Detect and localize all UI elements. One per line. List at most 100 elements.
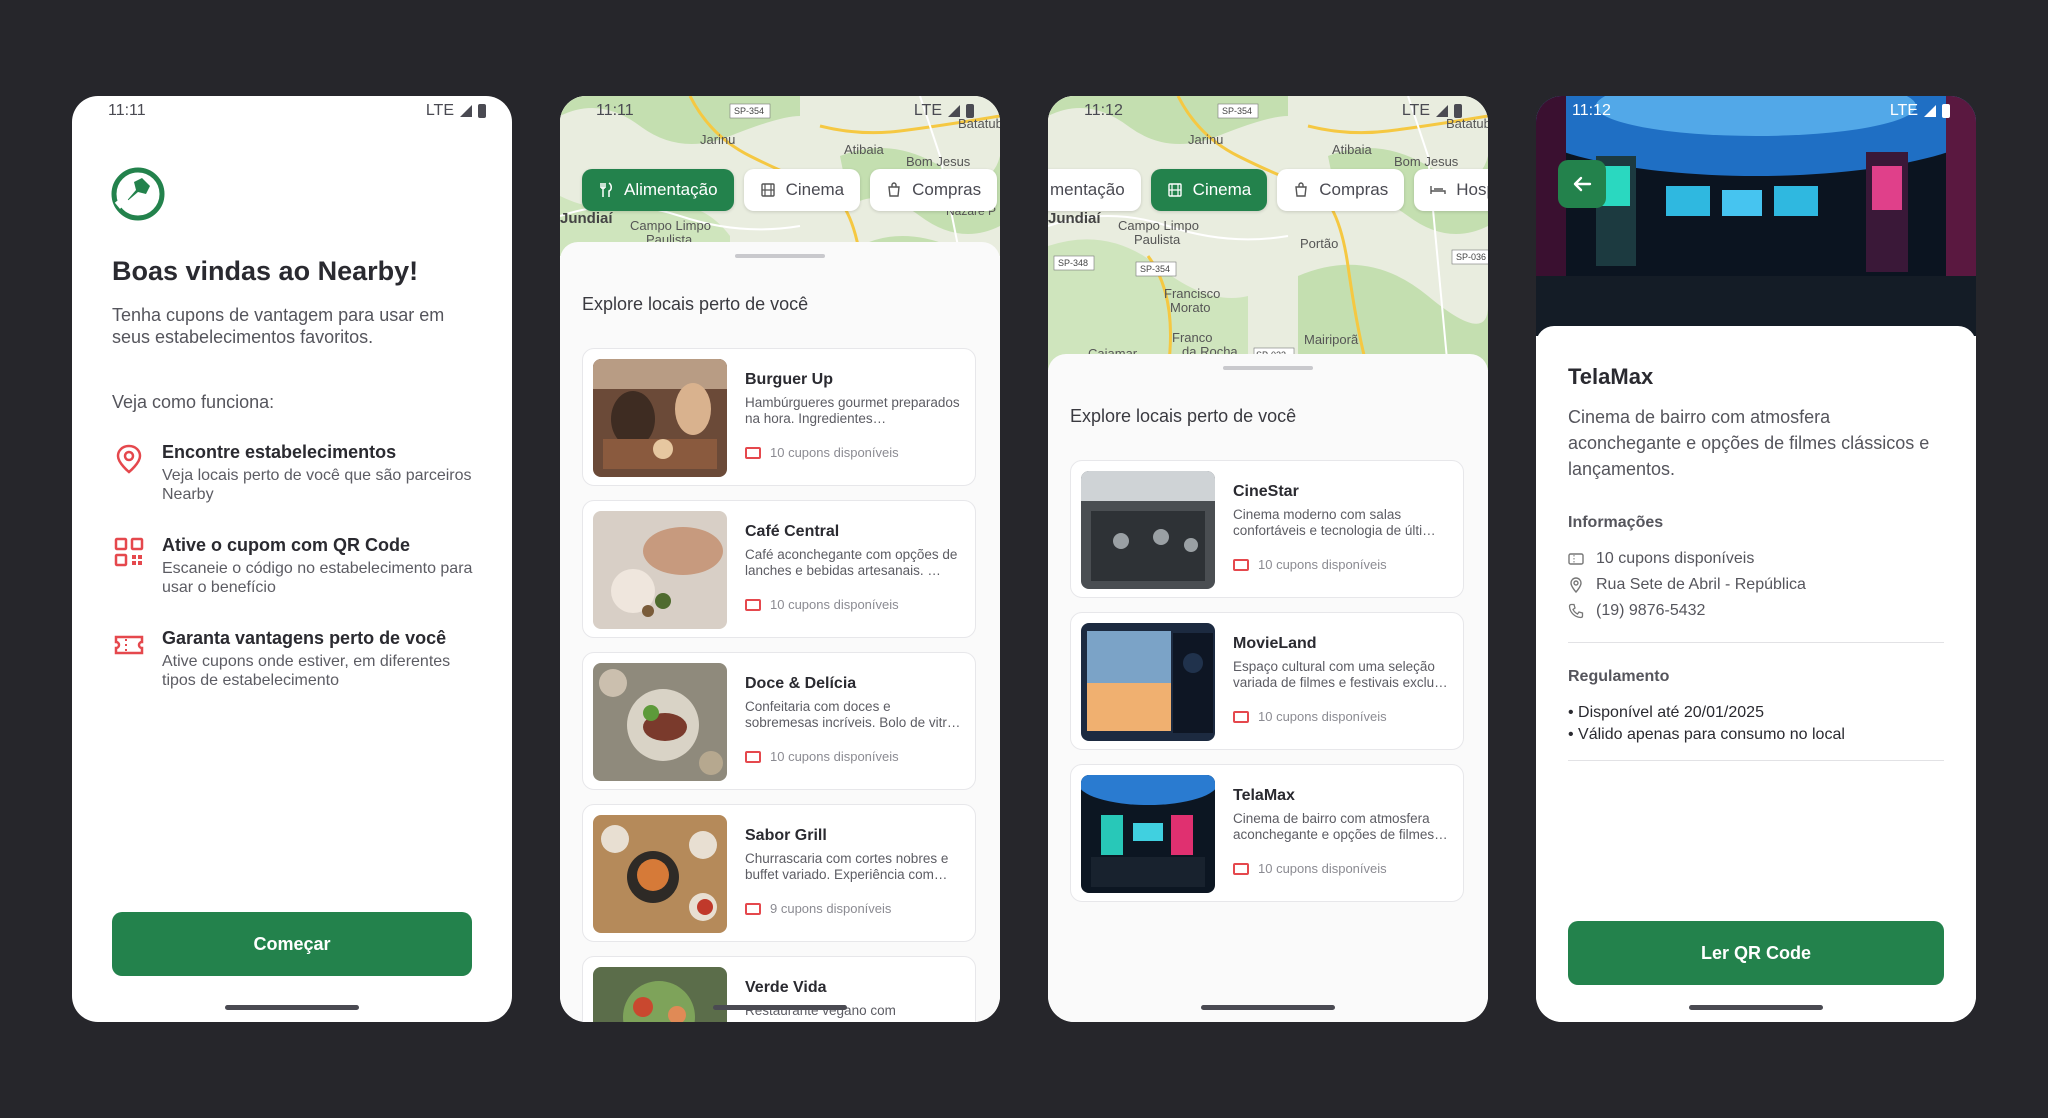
explore-food-screen: 11:11 LTE SP-354 Jarinu Atibaia Bom Jesu… bbox=[560, 96, 1000, 1022]
start-button[interactable]: Começar bbox=[112, 912, 472, 976]
coupon-text: 10 cupons disponíveis bbox=[770, 445, 899, 460]
chip-label: mentação bbox=[1050, 180, 1125, 199]
place-card-telamax[interactable]: TelaMax Cinema de bairro com atmosfera a… bbox=[1070, 764, 1464, 902]
map-label: Franco bbox=[1172, 330, 1213, 345]
coupon-count: 10 cupons disponíveis bbox=[745, 445, 899, 460]
step-title: Ative o cupom com QR Code bbox=[162, 535, 411, 555]
status-bar: 11:12 LTE bbox=[1536, 96, 1976, 126]
info-title: Informações bbox=[1568, 514, 1664, 531]
status-time: 11:11 bbox=[596, 102, 634, 119]
coupon-count: 9 cupons disponíveis bbox=[745, 901, 891, 916]
place-name: Sabor Grill bbox=[745, 827, 827, 844]
places-sheet[interactable]: Explore locais perto de você CineStar Ci… bbox=[1048, 354, 1488, 1022]
coupon-text: 10 cupons disponíveis bbox=[770, 597, 899, 612]
sheet-handle[interactable] bbox=[1223, 366, 1313, 370]
place-card-doce-delicia[interactable]: Doce & Delícia Confeitaria com doces e s… bbox=[582, 652, 976, 790]
battery-icon bbox=[1454, 104, 1462, 118]
map-label: Portão bbox=[1300, 236, 1339, 251]
chip-label: Cinema bbox=[1192, 180, 1252, 199]
chip-hospedagem[interactable]: Hosp bbox=[1414, 169, 1488, 211]
place-name: Café Central bbox=[745, 523, 840, 540]
map-label: SP-036 bbox=[1456, 252, 1487, 262]
home-indicator bbox=[1201, 1005, 1335, 1010]
category-filter: mentação Cinema Compras Hosp bbox=[1048, 169, 1488, 211]
map-label: Morato bbox=[1170, 300, 1211, 315]
welcome-title: Boas vindas ao Nearby! bbox=[112, 256, 419, 286]
network-label: LTE bbox=[1401, 102, 1430, 119]
shopping-bag-icon bbox=[1295, 182, 1308, 197]
category-filter: Alimentação Cinema Compras bbox=[582, 169, 998, 211]
ticket-icon bbox=[1233, 862, 1249, 875]
place-name: Burguer Up bbox=[745, 371, 833, 388]
place-details: TelaMax Cinema de bairro com atmosfera a… bbox=[1536, 326, 1976, 1022]
signal-icon bbox=[460, 105, 472, 117]
ticket-icon bbox=[745, 750, 761, 763]
info-address-text: Rua Sete de Abril - República bbox=[1596, 576, 1806, 593]
coupon-count: 10 cupons disponíveis bbox=[1233, 861, 1387, 876]
step-desc: Escaneie o código no estabelecimento par… bbox=[162, 560, 473, 596]
place-card-burguer-up[interactable]: Burguer Up Hambúrgueres gourmet preparad… bbox=[582, 348, 976, 486]
step-desc: Veja locais perto de você que são parcei… bbox=[162, 467, 472, 503]
chip-cinema[interactable]: Cinema bbox=[1150, 169, 1268, 211]
info-address[interactable]: Rua Sete de Abril - República bbox=[1568, 576, 1806, 594]
home-indicator bbox=[713, 1005, 847, 1010]
coupon-count: 10 cupons disponíveis bbox=[745, 749, 899, 764]
read-qr-code-button[interactable]: Ler QR Code bbox=[1568, 921, 1944, 985]
signal-icon bbox=[1436, 105, 1448, 117]
chip-label: Hosp bbox=[1456, 180, 1488, 199]
place-name: Doce & Delícia bbox=[745, 675, 857, 692]
status-bar: 11:11 LTE bbox=[560, 96, 1000, 126]
rule-item: • Disponível até 20/01/2025 bbox=[1568, 704, 1764, 721]
fork-knife-icon bbox=[600, 182, 612, 197]
info-phone[interactable]: (19) 9876-5432 bbox=[1568, 602, 1705, 620]
back-button[interactable] bbox=[1558, 160, 1606, 208]
coupon-text: 10 cupons disponíveis bbox=[1258, 557, 1387, 572]
map-label: Campo Limpo bbox=[630, 218, 711, 233]
place-description: Hambúrgueres gourmet preparados na hora.… bbox=[745, 395, 960, 426]
battery-icon bbox=[478, 104, 486, 118]
places-sheet[interactable]: Explore locais perto de você Burguer Up … bbox=[560, 242, 1000, 1022]
status-time: 11:11 bbox=[108, 102, 146, 119]
bed-icon bbox=[1430, 186, 1446, 194]
ticket-icon bbox=[1233, 710, 1249, 723]
status-bar: 11:12 LTE bbox=[1048, 96, 1488, 126]
place-photo bbox=[593, 359, 727, 477]
info-coupons: 10 cupons disponíveis bbox=[1568, 550, 1754, 568]
welcome-subtitle: Tenha cupons de vantagem para usar em se… bbox=[112, 305, 445, 347]
sheet-handle[interactable] bbox=[735, 254, 825, 258]
film-icon bbox=[760, 183, 775, 197]
map-label: Paulista bbox=[1134, 232, 1181, 247]
step-benefits: Garanta vantagens perto de você Ative cu… bbox=[112, 628, 482, 690]
step-find: Encontre estabelecimentos Veja locais pe… bbox=[112, 442, 482, 504]
ticket-icon bbox=[1568, 553, 1584, 565]
chip-alimentacao[interactable]: mentação bbox=[1048, 169, 1141, 211]
place-card-verde-vida[interactable]: Verde Vida Restaurante vegano com bbox=[582, 956, 976, 1022]
map-label: Jarinu bbox=[1188, 132, 1224, 147]
signal-icon bbox=[948, 105, 960, 117]
map-label: Campo Limpo bbox=[1118, 218, 1199, 233]
chip-compras[interactable]: Compras bbox=[870, 169, 998, 211]
chip-compras[interactable]: Compras bbox=[1277, 169, 1405, 211]
coupon-count: 10 cupons disponíveis bbox=[1233, 709, 1387, 724]
chip-label: Cinema bbox=[785, 180, 845, 199]
map-view[interactable]: SP-354 Jarinu Atibaia Bom Jesus Batatub … bbox=[1048, 96, 1488, 370]
info-phone-text: (19) 9876-5432 bbox=[1596, 602, 1706, 619]
signal-icon bbox=[1924, 105, 1936, 117]
explore-cinema-screen: 11:12 LTE SP-354 Jarinu Atibaia Bom Jesu… bbox=[1048, 96, 1488, 1022]
section-title: Explore locais perto de você bbox=[1070, 406, 1297, 426]
place-card-movieland[interactable]: MovieLand Espaço cultural com uma seleçã… bbox=[1070, 612, 1464, 750]
place-card-cinestar[interactable]: CineStar Cinema moderno com salas confor… bbox=[1070, 460, 1464, 598]
place-photo bbox=[593, 511, 727, 629]
ticket-icon bbox=[745, 446, 761, 459]
chip-cinema[interactable]: Cinema bbox=[743, 169, 861, 211]
map-label: SP-354 bbox=[1140, 264, 1171, 274]
coupon-count: 10 cupons disponíveis bbox=[1233, 557, 1387, 572]
place-card-cafe-central[interactable]: Café Central Café aconchegante com opçõe… bbox=[582, 500, 976, 638]
divider bbox=[1568, 760, 1944, 761]
shopping-bag-icon bbox=[888, 182, 900, 197]
how-it-works-label: Veja como funciona: bbox=[112, 392, 275, 412]
battery-icon bbox=[966, 104, 974, 118]
chip-alimentacao[interactable]: Alimentação bbox=[582, 169, 734, 211]
place-card-sabor-grill[interactable]: Sabor Grill Churrascaria com cortes nobr… bbox=[582, 804, 976, 942]
place-name: MovieLand bbox=[1233, 635, 1317, 652]
